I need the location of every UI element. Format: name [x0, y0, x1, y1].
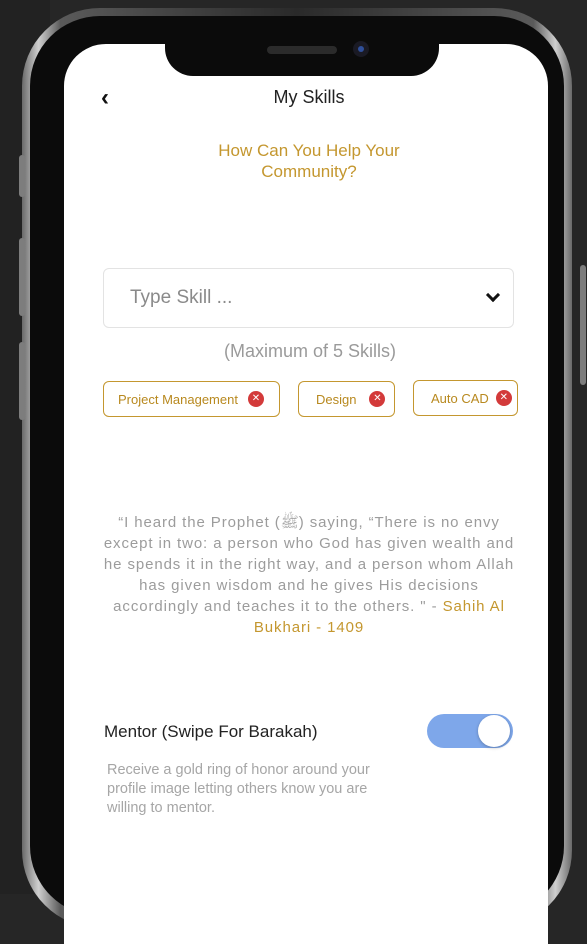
skill-chip-label: Project Management: [118, 391, 238, 407]
skill-chip: Project Management ✕: [103, 381, 280, 417]
remove-skill-icon[interactable]: ✕: [247, 391, 264, 407]
phone-power-button: [580, 265, 586, 385]
remove-skill-icon[interactable]: ✕: [495, 390, 512, 406]
remove-skill-icon[interactable]: ✕: [369, 391, 386, 407]
mentor-description: Receive a gold ring of honor around your…: [107, 762, 370, 816]
skill-input[interactable]: [130, 287, 450, 309]
skill-chip: Design ✕: [298, 381, 395, 417]
phone-volume-down: [19, 342, 25, 420]
page-subtitle: How Can You Help Your Community?: [218, 141, 400, 181]
chevron-left-icon: ‹: [101, 84, 109, 111]
skill-chip-label: Design: [316, 391, 357, 407]
phone-mute-switch: [19, 155, 25, 197]
skill-chip: Auto CAD ✕: [413, 380, 518, 416]
max-skills-note: (Maximum of 5 Skills): [223, 341, 397, 361]
phone-volume-up: [19, 238, 25, 316]
skill-select[interactable]: [103, 268, 514, 328]
mentor-label: Mentor (Swipe For Barakah): [104, 722, 318, 741]
camera-icon: [353, 41, 369, 57]
chevron-down-icon[interactable]: [485, 287, 501, 303]
skill-chip-label: Auto CAD: [431, 390, 489, 406]
mentor-toggle[interactable]: [427, 714, 513, 748]
back-button[interactable]: ‹: [93, 84, 117, 112]
hadith-quote: “I heard the Prophet (ﷺ) saying, “There …: [100, 512, 518, 638]
page-title: My Skills: [273, 87, 345, 107]
phone-notch: [165, 30, 439, 76]
toggle-knob[interactable]: [478, 715, 510, 747]
speaker-grille: [267, 46, 337, 54]
